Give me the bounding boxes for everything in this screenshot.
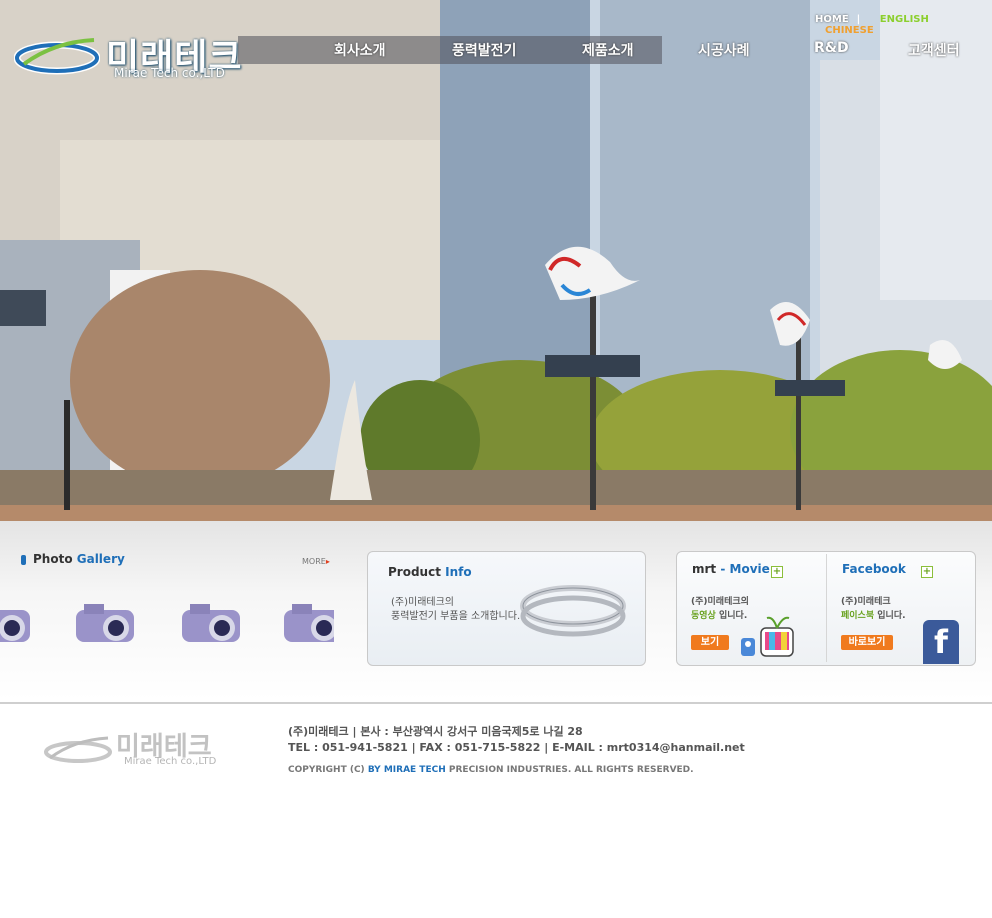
footer-copyright: COPYRIGHT (C) BY MIRAE TECH PRECISION IN… [288,762,745,778]
nav-item-wind-turbine[interactable]: 풍력발전기 [452,40,516,60]
copyright-suffix: PRECISION INDUSTRIES. ALL RIGHTS RESERVE… [448,765,694,775]
gallery-title-b: Gallery [76,552,125,566]
camera-thumbnail-icon[interactable] [282,602,334,648]
product-title-a: Product [388,565,441,579]
chinese-link[interactable]: CHINESE [825,25,874,36]
facebook-logo-icon[interactable]: f [923,620,959,664]
movie-title-a: mrt [692,562,717,576]
camera-thumbnail-icon[interactable] [176,602,250,648]
nav-item-company[interactable]: 회사소개 [334,40,386,60]
photo-gallery: Photo Gallery MORE▸ [0,550,334,670]
nav-item-projects[interactable]: 시공사례 [698,40,750,60]
movie-title-b: - Movie [720,562,770,576]
movie-desc-highlight: 동영상 [691,611,716,621]
english-link[interactable]: ENGLISH [880,14,929,25]
product-desc-line1: (주)미래테크의 [391,597,455,608]
facebook-more-plus-icon[interactable]: + [921,566,933,578]
more-arrow-icon: ▸ [325,557,330,566]
facebook-title: Facebook [842,562,906,576]
footer-divider [0,702,992,704]
nav-item-products[interactable]: 제품소개 [582,40,634,60]
nav-item-customer-center[interactable]: 고객센터 [908,40,960,60]
product-description: (주)미래테크의 풍력발전기 부품을 소개합니다. [391,596,520,624]
movie-view-button[interactable]: 보기 [691,635,729,650]
bearing-ring-image [520,585,626,637]
top-links-divider: | [856,14,861,25]
facebook-desc-line2: 페이스북 입니다. [841,609,906,623]
top-links: HOME | ENGLISH CHINESE [815,14,992,36]
gallery-bullet [21,555,26,565]
product-title: Product Info [388,565,472,579]
movie-title: mrt - Movie [692,562,770,576]
facebook-desc-highlight: 페이스북 [841,611,875,621]
brand-name-en: Mirae Tech co.,LTD [114,66,225,80]
product-desc-line2: 풍력발전기 부품을 소개합니다. [391,611,521,622]
card-divider [826,554,827,662]
footer-logo-swoosh-icon [44,736,112,763]
product-title-b: Info [445,565,472,579]
movie-facebook-card: mrt - Movie + (주)미래테크의 동영상 입니다. 보기 Faceb… [676,551,976,666]
tv-character-icon [741,616,794,657]
copyright-company: BY MIRAE TECH [367,765,446,775]
facebook-visit-button[interactable]: 바로보기 [841,635,893,650]
camera-thumbnail-icon[interactable] [0,602,40,648]
movie-more-plus-icon[interactable]: + [771,566,783,578]
footer-contact: TEL : 051-941-5821 | FAX : 051-715-5822 … [288,741,745,754]
gallery-more-label: MORE [302,557,326,566]
home-link[interactable]: HOME [815,14,849,25]
footer-logo: 미래테크 Mirae Tech co.,LTD [44,726,234,772]
brand-logo[interactable]: 미래테크 Mirae Tech co.,LTD [14,28,244,84]
movie-desc-line1: (주)미래테크의 [691,597,749,607]
facebook-description: (주)미래테크 페이스북 입니다. [841,595,906,623]
gallery-title-a: Photo [33,552,73,566]
camera-thumbnail-icon[interactable] [70,602,144,648]
logo-swoosh-icon [14,38,100,75]
footer-info: (주)미래테크 | 본사 : 부산광역시 강서구 미음국제5로 나길 28 TE… [288,724,745,778]
product-info-card[interactable]: Product Info (주)미래테크의 풍력발전기 부품을 소개합니다. [367,551,646,666]
facebook-desc-line1: (주)미래테크 [841,597,891,607]
nav-item-rnd[interactable]: R&D [814,40,849,56]
gallery-title: Photo Gallery [33,552,125,566]
copyright-prefix: COPYRIGHT (C) [288,765,365,775]
gallery-more-link[interactable]: MORE▸ [302,557,330,566]
hero-banner: 미래테크 Mirae Tech co.,LTD HOME | ENGLISH CH… [0,0,992,521]
footer-address: (주)미래테크 | 본사 : 부산광역시 강서구 미음국제5로 나길 28 [288,725,583,738]
footer-brand-en: Mirae Tech co.,LTD [124,756,217,767]
facebook-desc-rest: 입니다. [874,611,906,621]
